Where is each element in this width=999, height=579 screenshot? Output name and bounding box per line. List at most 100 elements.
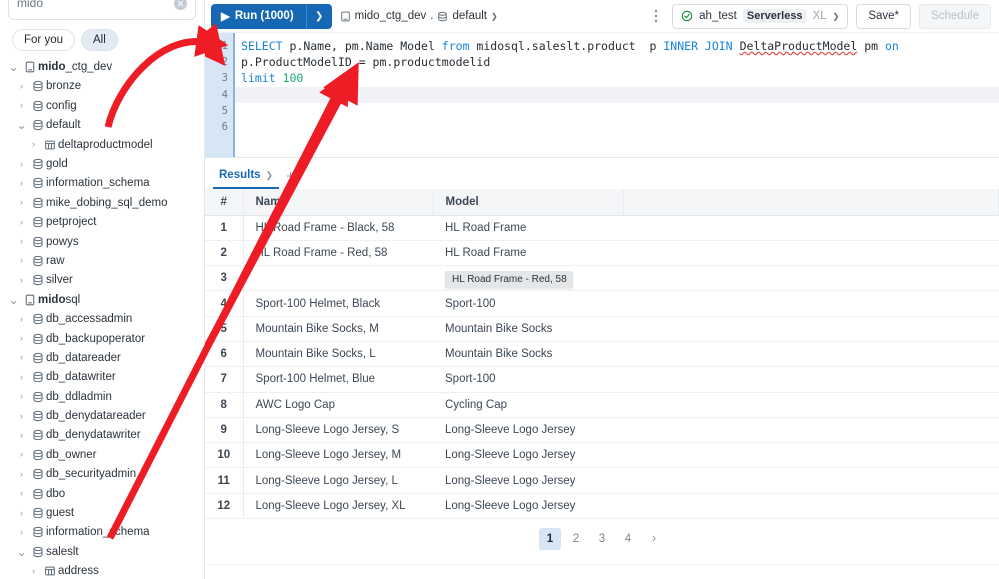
cell-model[interactable]: Long-Sleeve Logo Jersey — [433, 493, 623, 520]
chevron-right-icon[interactable]: › — [14, 353, 29, 362]
cell-name[interactable]: Long-Sleeve Logo Jersey, XL — [243, 493, 433, 520]
tab-results[interactable]: Results ❯ — [213, 169, 280, 189]
table-row[interactable]: 5 Mountain Bike Socks, M Mountain Bike Soc… — [205, 316, 999, 342]
sql-editor[interactable]: 1 2 3 4 5 6 SELECT p.Name, pm.Name Model from… — [205, 33, 999, 157]
table-row[interactable]: 7 Sport-100 Helmet, Blue Sport-100 — [205, 366, 999, 393]
tree-item-midosql[interactable]: ⌄ midosql — [0, 290, 204, 309]
row-index[interactable]: 5 — [205, 316, 244, 342]
row-index[interactable]: 1 — [205, 215, 244, 241]
cell-name[interactable]: Long-Sleeve Logo Jersey, M — [243, 442, 433, 469]
table-row[interactable]: 1 HL Road Frame - Black, 58 HL Road Frame — [205, 215, 999, 241]
row-index[interactable]: 11 — [205, 467, 244, 494]
tree-item-config[interactable]: › config — [0, 96, 204, 115]
cell-model[interactable]: Long-Sleeve Logo Jersey — [433, 417, 623, 444]
chevron-right-icon[interactable]: › — [14, 450, 29, 459]
cell-model[interactable]: HL Road Frame — [433, 215, 623, 241]
page-2[interactable]: 2 — [565, 528, 587, 550]
chevron-right-icon[interactable]: › — [14, 392, 29, 401]
cell-name[interactable]: HL Road Frame - Red, 58 — [243, 240, 433, 267]
chevron-right-icon[interactable]: › — [14, 469, 29, 479]
catalog-search[interactable] — [8, 0, 196, 20]
chevron-right-icon[interactable]: › — [14, 527, 29, 537]
table-row[interactable]: 11 Long-Sleeve Logo Jersey, L Long-Sleeve … — [205, 467, 999, 494]
row-index[interactable]: 9 — [205, 417, 244, 444]
cell-model[interactable]: Cycling Cap — [433, 392, 623, 418]
column-header-name[interactable]: Name — [243, 189, 434, 216]
tree-item-information_schema[interactable]: › information_schema — [0, 174, 204, 193]
chip-all[interactable]: All — [81, 29, 118, 52]
tree-item-db_datareader[interactable]: › db_datareader — [0, 348, 204, 367]
chevron-down-icon[interactable]: ⌄ — [6, 61, 21, 73]
tree-item-dbo[interactable]: › dbo — [0, 484, 204, 503]
chevron-right-icon[interactable]: › — [26, 140, 41, 149]
row-index[interactable]: 10 — [205, 442, 244, 469]
cell-model[interactable]: Mountain Bike Socks — [433, 316, 623, 342]
tree-item-mido_ctg_dev[interactable]: ⌄ mido_ctg_dev — [0, 57, 204, 76]
row-index[interactable]: 2 — [205, 240, 244, 267]
tree-item-deltaproductmodel[interactable]: › deltaproductmodel — [0, 135, 204, 154]
column-header-model[interactable]: Model — [433, 189, 624, 216]
chevron-right-icon[interactable]: › — [14, 275, 29, 285]
tree-item-guest[interactable]: › guest — [0, 503, 204, 522]
chevron-right-icon[interactable]: › — [26, 566, 41, 576]
tree-item-db_denydatawriter[interactable]: › db_denydatawriter — [0, 426, 204, 445]
tree-item-saleslt[interactable]: ⌄ saleslt — [0, 542, 204, 561]
cell-model[interactable]: HL Road Frame — [433, 240, 623, 267]
chevron-down-icon[interactable]: ⌄ — [14, 119, 29, 131]
tree-item-mike_dobing_sql_demo[interactable]: › mike_dobing_sql_demo — [0, 193, 204, 212]
cell-name[interactable]: Long-Sleeve Logo Jersey, S — [243, 417, 433, 444]
tree-item-powys[interactable]: › powys — [0, 232, 204, 251]
row-index[interactable]: 12 — [205, 493, 244, 520]
tab-chevron-down-icon[interactable]: ❯ — [266, 170, 274, 181]
page-4[interactable]: 4 — [617, 528, 639, 550]
chevron-right-icon[interactable]: › — [14, 217, 29, 227]
cell-name[interactable]: HL Road Frame - Red, 58 — [243, 265, 433, 292]
page-1[interactable]: 1 — [539, 528, 561, 551]
table-row[interactable]: 10 Long-Sleeve Logo Jersey, M Long-Sleeve … — [205, 442, 999, 469]
chevron-down-icon[interactable]: ⌄ — [6, 294, 21, 306]
warehouse-selector[interactable]: ah_test Serverless XL ❯ — [672, 3, 849, 29]
chevron-right-icon[interactable]: › — [14, 101, 29, 110]
tree-item-db_denydatareader[interactable]: › db_denydatareader — [0, 406, 204, 425]
table-row[interactable]: 9 Long-Sleeve Logo Jersey, S Long-Sleeve L… — [205, 417, 999, 444]
row-index[interactable]: 3 — [205, 265, 244, 292]
tree-item-address[interactable]: › address — [0, 562, 204, 579]
cell-model[interactable]: Sport-100 — [433, 366, 623, 393]
tree-item-raw[interactable]: › raw — [0, 251, 204, 270]
chevron-right-icon[interactable]: › — [14, 334, 29, 343]
table-row[interactable]: 4 Sport-100 Helmet, Black Sport-100 — [205, 290, 999, 317]
tree-item-db_accessadmin[interactable]: › db_accessadmin — [0, 309, 204, 328]
next-page-button[interactable]: › — [643, 528, 665, 550]
chevron-right-icon[interactable]: › — [14, 430, 29, 440]
row-index[interactable]: 4 — [205, 290, 244, 317]
table-row[interactable]: 12 Long-Sleeve Logo Jersey, XL Long-Sleeve… — [205, 493, 999, 520]
table-row[interactable]: 6 Mountain Bike Socks, L Mountain Bike Soc… — [205, 341, 999, 368]
chevron-right-icon[interactable]: › — [14, 178, 29, 188]
cell-model[interactable]: Sport-100 — [433, 290, 623, 317]
chip-for-you[interactable]: For you — [12, 29, 75, 52]
tree-item-db_owner[interactable]: › db_owner — [0, 445, 204, 464]
run-options-chevron-down-icon[interactable]: ❯ — [305, 3, 332, 29]
tree-item-default[interactable]: ⌄ default — [0, 116, 204, 135]
chevron-right-icon[interactable]: › — [14, 198, 29, 207]
tree-item-db_ddladmin[interactable]: › db_ddladmin — [0, 387, 204, 406]
chevron-right-icon[interactable]: › — [14, 372, 29, 382]
chevron-right-icon[interactable]: › — [14, 314, 29, 324]
column-header-index[interactable]: # — [205, 189, 244, 216]
search-input[interactable] — [17, 0, 174, 10]
cell-name[interactable]: HL Road Frame - Black, 58 — [243, 215, 433, 241]
cell-model[interactable]: Long-Sleeve Logo Jersey — [433, 467, 623, 494]
chevron-right-icon[interactable]: › — [14, 508, 29, 518]
chevron-right-icon[interactable]: › — [14, 256, 29, 265]
table-row[interactable]: 8 AWC Logo Cap Cycling Cap — [205, 392, 999, 418]
context-selector[interactable]: mido_ctg_dev . default ❯ — [340, 10, 498, 22]
run-button[interactable]: ▶ Run (1000) — [211, 3, 306, 29]
tree-item-information_schema[interactable]: › information_schema — [0, 523, 204, 542]
clear-search-icon[interactable] — [174, 0, 187, 10]
row-index[interactable]: 6 — [205, 341, 244, 368]
cell-model[interactable]: Long-Sleeve Logo Jersey — [433, 442, 623, 469]
chevron-right-icon[interactable]: › — [14, 489, 29, 498]
table-row[interactable]: 2 HL Road Frame - Red, 58 HL Road Frame — [205, 240, 999, 267]
chevron-down-icon[interactable]: ⌄ — [14, 546, 29, 558]
chevron-right-icon[interactable]: › — [14, 237, 29, 246]
